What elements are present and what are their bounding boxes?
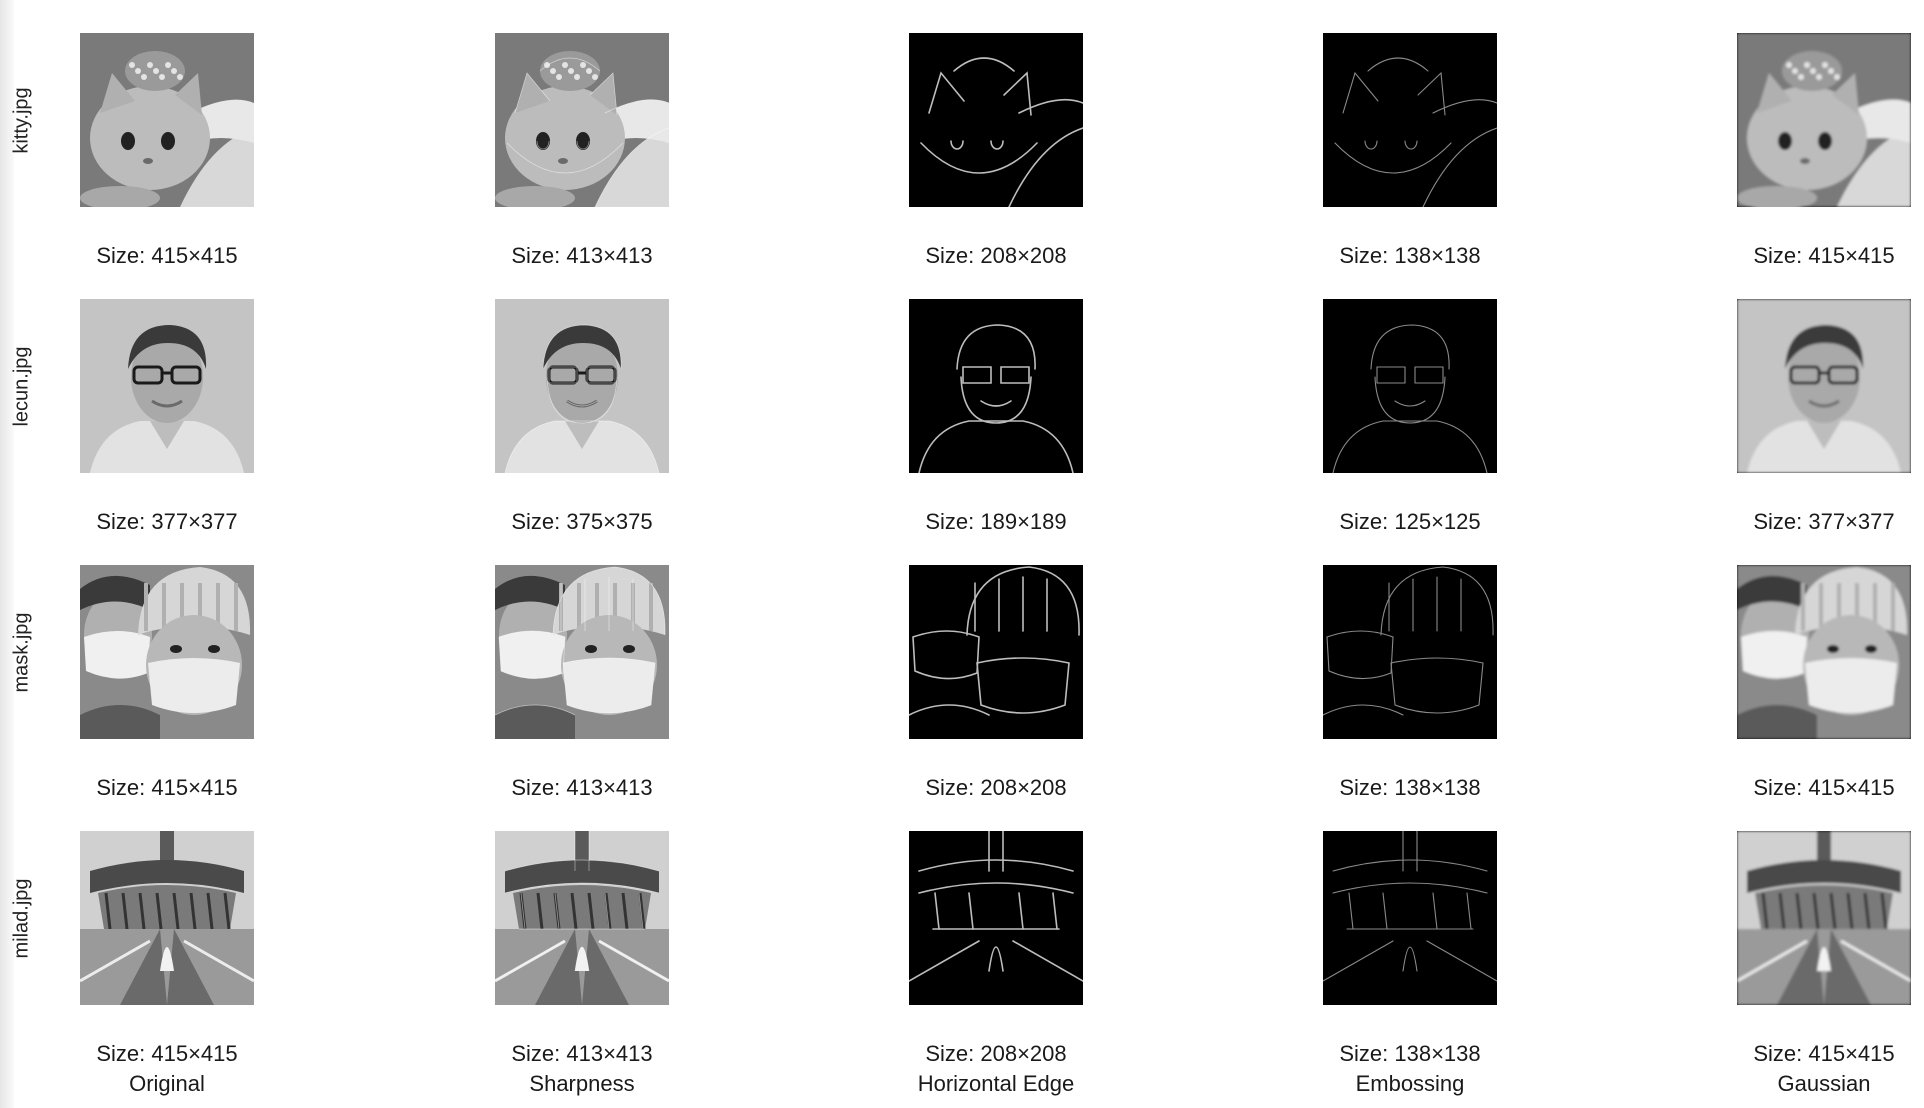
size-caption: Size: 125×125 (1339, 509, 1481, 534)
image-thumbnail (1737, 831, 1911, 1005)
image-thumbnail (495, 831, 669, 1005)
size-caption: Size: 208×208 (925, 243, 1067, 268)
row-label: lecun.jpg (6, 299, 38, 473)
image-thumbnail (80, 299, 254, 473)
column-title: Horizontal Edge (917, 1071, 1075, 1096)
image-thumbnail (80, 831, 254, 1005)
image-thumbnail (80, 565, 254, 739)
filter-comparison-grid: kitty.jpg Size: 415×415 Size: 413×413 Size:… (0, 0, 1924, 1108)
size-caption: Size: 138×138 (1339, 243, 1481, 268)
image-thumbnail (909, 299, 1083, 473)
image-thumbnail (909, 831, 1083, 1005)
row-label-text: mask.jpg (10, 611, 33, 693)
image-thumbnail (909, 565, 1083, 739)
size-caption: Size: 138×138 (1339, 775, 1481, 800)
size-caption: Size: 208×208 (925, 1041, 1067, 1066)
size-caption: Size: 189×189 (925, 509, 1067, 534)
image-thumbnail (495, 33, 669, 207)
image-thumbnail (1323, 33, 1497, 207)
image-thumbnail (1737, 33, 1911, 207)
column-title: Sharpness (529, 1071, 635, 1096)
column-title: Gaussian (1777, 1071, 1871, 1096)
size-caption: Size: 415×415 (96, 1041, 238, 1066)
image-thumbnail (495, 299, 669, 473)
size-caption: Size: 377×377 (1753, 509, 1895, 534)
image-thumbnail (1737, 299, 1911, 473)
row-label: mask.jpg (6, 565, 38, 739)
size-caption: Size: 208×208 (925, 775, 1067, 800)
image-thumbnail (1323, 565, 1497, 739)
size-caption: Size: 375×375 (511, 509, 653, 534)
image-thumbnail (1323, 299, 1497, 473)
row-label: milad.jpg (6, 831, 38, 1005)
column-title: Original (129, 1071, 205, 1096)
size-caption: Size: 415×415 (96, 775, 238, 800)
size-caption: Size: 415×415 (1753, 243, 1895, 268)
row-label: kitty.jpg (6, 33, 38, 207)
size-caption: Size: 413×413 (511, 1041, 653, 1066)
column-title: Embossing (1355, 1071, 1465, 1096)
row-label-text: lecun.jpg (10, 345, 33, 427)
size-caption: Size: 413×413 (511, 775, 653, 800)
image-thumbnail (80, 33, 254, 207)
image-thumbnail (909, 33, 1083, 207)
row-label-text: kitty.jpg (10, 86, 33, 154)
size-caption: Size: 413×413 (511, 243, 653, 268)
row-label-text: milad.jpg (10, 877, 33, 959)
size-caption: Size: 377×377 (96, 509, 238, 534)
size-caption: Size: 138×138 (1339, 1041, 1481, 1066)
image-thumbnail (1323, 831, 1497, 1005)
size-caption: Size: 415×415 (96, 243, 238, 268)
size-caption: Size: 415×415 (1753, 775, 1895, 800)
size-caption: Size: 415×415 (1753, 1041, 1895, 1066)
image-thumbnail (1737, 565, 1911, 739)
image-thumbnail (495, 565, 669, 739)
